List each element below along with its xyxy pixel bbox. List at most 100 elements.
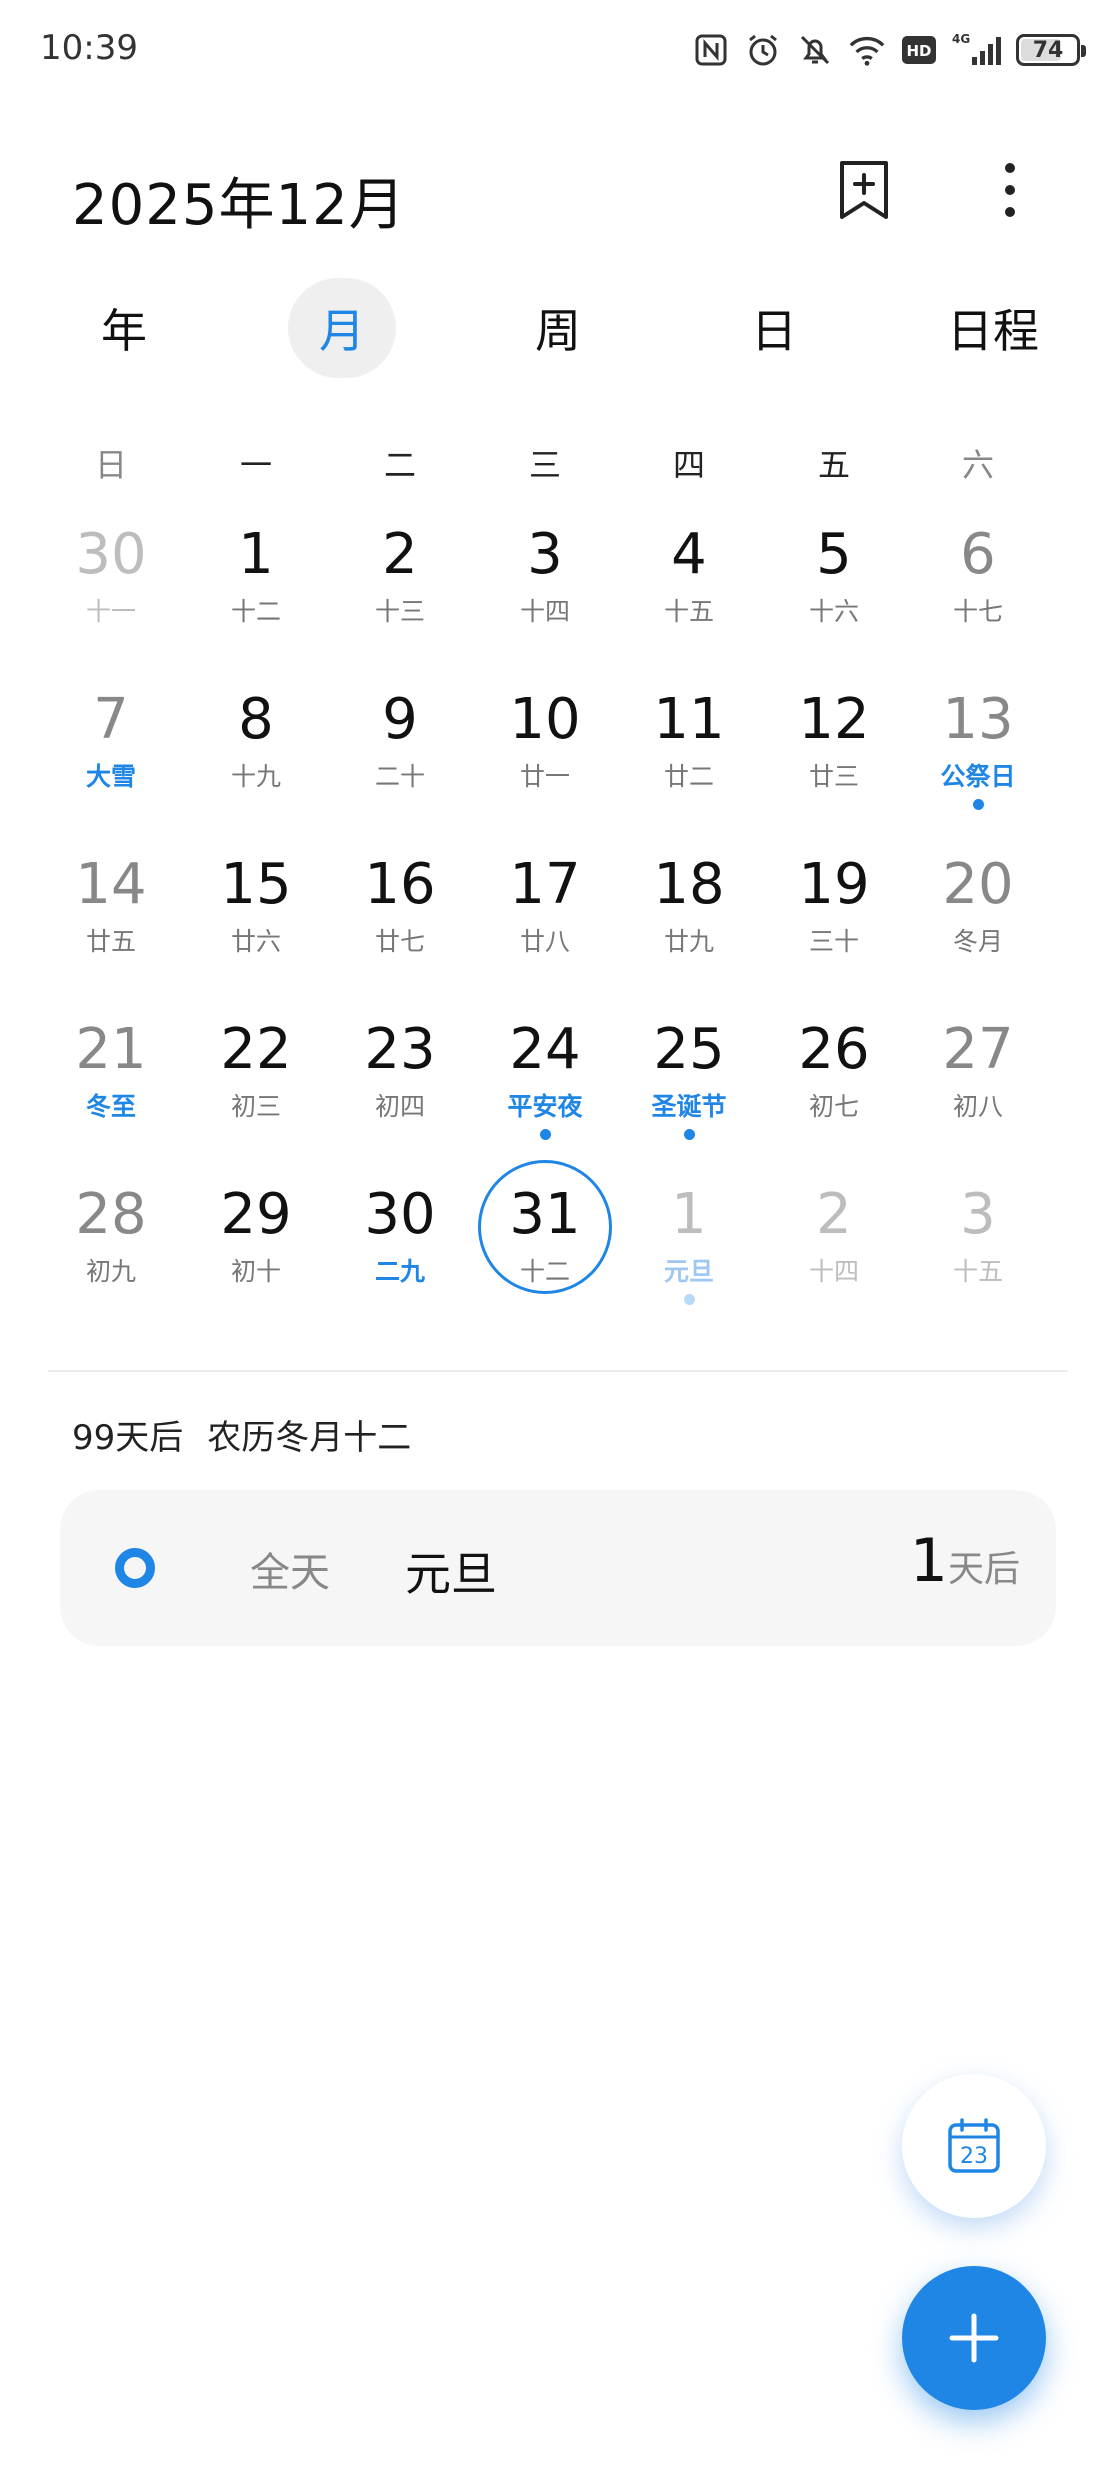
day-cell[interactable]: 29 初十 <box>181 1180 331 1345</box>
lunar-label: 十四 <box>808 1257 859 1286</box>
day-cell[interactable]: 12 廿三 <box>759 685 909 850</box>
event-dot <box>684 1294 695 1305</box>
day-cell[interactable]: 3 十四 <box>470 520 620 685</box>
lunar-label: 初十 <box>230 1257 281 1286</box>
lunar-date-text: 农历冬月十二 <box>207 1418 412 1458</box>
day-cell[interactable]: 7 大雪 <box>36 685 186 850</box>
go-today-button[interactable]: 23 <box>902 2074 1046 2218</box>
day-cell[interactable]: 26 初七 <box>759 1015 909 1180</box>
lunar-label: 廿二 <box>663 762 714 791</box>
day-cell[interactable]: 21 冬至 <box>36 1015 186 1180</box>
day-cell[interactable]: 14 廿五 <box>36 850 186 1015</box>
day-number: 17 <box>509 852 581 917</box>
event-dot <box>540 1129 551 1140</box>
day-cell[interactable]: 10 廿一 <box>470 685 620 850</box>
day-cell[interactable]: 9 二十 <box>325 685 475 850</box>
lunar-label: 初八 <box>952 1092 1003 1121</box>
day-cell[interactable]: 15 廿六 <box>181 850 331 1015</box>
weekday-label: 日 <box>94 446 127 484</box>
cellular-signal-icon: 4G <box>952 31 1002 69</box>
day-number: 26 <box>798 1017 870 1082</box>
day-number: 30 <box>364 1182 436 1247</box>
day-cell[interactable]: 11 廿二 <box>614 685 764 850</box>
tab-year[interactable]: 年 <box>64 278 184 378</box>
tab-month[interactable]: 月 <box>282 278 402 378</box>
day-cell[interactable]: 30 十一 <box>36 520 186 685</box>
weekday-label: 三 <box>528 446 561 484</box>
lunar-label: 十三 <box>374 597 425 626</box>
tab-schedule[interactable]: 日程 <box>928 278 1058 378</box>
day-number: 22 <box>220 1017 292 1082</box>
day-cell[interactable]: 30 二九 <box>325 1180 475 1345</box>
day-number: 31 <box>509 1182 581 1247</box>
day-cell[interactable]: 19 三十 <box>759 850 909 1015</box>
weekday-label: 二 <box>383 446 416 484</box>
day-cell[interactable]: 3 十五 <box>903 1180 1053 1345</box>
lunar-label: 廿七 <box>374 927 425 956</box>
day-cell[interactable]: 24 平安夜 <box>470 1015 620 1180</box>
status-time: 10:39 <box>40 28 138 68</box>
lunar-label: 廿五 <box>85 927 136 956</box>
day-cell[interactable]: 5 十六 <box>759 520 909 685</box>
day-cell-today[interactable]: 31 十二 <box>470 1160 620 1345</box>
event-countdown: 1 天后 <box>910 1526 1020 1596</box>
day-cell[interactable]: 25 圣诞节 <box>614 1015 764 1180</box>
day-number: 11 <box>653 687 725 752</box>
day-number: 30 <box>75 522 147 587</box>
day-cell[interactable]: 1 十二 <box>181 520 331 685</box>
day-cell[interactable]: 1 元旦 <box>614 1180 764 1345</box>
day-cell[interactable]: 18 廿九 <box>614 850 764 1015</box>
view-tabs: 年 月 周 日 日程 <box>0 278 1116 378</box>
holiday-label: 大雪 <box>85 762 136 791</box>
today-date-number: 23 <box>960 2144 988 2169</box>
lunar-label: 初九 <box>85 1257 136 1286</box>
lunar-label: 十四 <box>519 597 570 626</box>
tab-week[interactable]: 周 <box>498 278 618 378</box>
holiday-label: 圣诞节 <box>651 1092 727 1121</box>
add-bookmark-button[interactable] <box>824 150 904 230</box>
day-cell[interactable]: 23 初四 <box>325 1015 475 1180</box>
day-cell[interactable]: 2 十三 <box>325 520 475 685</box>
tab-day[interactable]: 日 <box>714 278 834 378</box>
lunar-label: 冬月 <box>952 927 1003 956</box>
add-event-button[interactable] <box>902 2266 1046 2410</box>
day-cell[interactable]: 6 十七 <box>903 520 1053 685</box>
more-options-button[interactable] <box>970 150 1050 230</box>
day-number: 27 <box>942 1017 1014 1082</box>
weekday-label: 一 <box>239 446 272 484</box>
lunar-label: 廿八 <box>519 927 570 956</box>
day-number: 10 <box>509 687 581 752</box>
lunar-label: 十五 <box>952 1257 1003 1286</box>
holiday-label: 公祭日 <box>940 762 1016 791</box>
day-number: 28 <box>75 1182 147 1247</box>
day-number: 24 <box>509 1017 581 1082</box>
event-dot <box>684 1129 695 1140</box>
selected-date-info: 99天后 农历冬月十二 <box>72 1410 411 1459</box>
lunar-label: 十二 <box>519 1257 570 1286</box>
day-number: 1 <box>671 1182 707 1247</box>
day-number: 18 <box>653 852 725 917</box>
day-cell[interactable]: 16 廿七 <box>325 850 475 1015</box>
day-cell[interactable]: 8 十九 <box>181 685 331 850</box>
month-title[interactable]: 2025年12月 <box>72 160 406 241</box>
bookmark-add-icon <box>840 161 888 219</box>
day-cell[interactable]: 27 初八 <box>903 1015 1053 1180</box>
status-bar: 10:39 HD 4G 74 <box>0 0 1116 100</box>
day-cell[interactable]: 28 初九 <box>36 1180 186 1345</box>
day-cell[interactable]: 4 十五 <box>614 520 764 685</box>
day-cell[interactable]: 13 公祭日 <box>903 685 1053 850</box>
lunar-label: 廿一 <box>519 762 570 791</box>
lunar-label: 初三 <box>230 1092 281 1121</box>
event-card[interactable]: 全天 元旦 1 天后 <box>60 1490 1056 1646</box>
day-cell[interactable]: 22 初三 <box>181 1015 331 1180</box>
weekday-label: 六 <box>961 446 994 484</box>
day-cell[interactable]: 17 廿八 <box>470 850 620 1015</box>
event-countdown-number: 1 <box>909 1526 948 1596</box>
day-cell[interactable]: 20 冬月 <box>903 850 1053 1015</box>
day-number: 9 <box>382 687 418 752</box>
lunar-label: 十二 <box>230 597 281 626</box>
day-cell[interactable]: 2 十四 <box>759 1180 909 1345</box>
day-number: 23 <box>364 1017 436 1082</box>
divider <box>48 1370 1068 1372</box>
day-number: 5 <box>816 522 852 587</box>
